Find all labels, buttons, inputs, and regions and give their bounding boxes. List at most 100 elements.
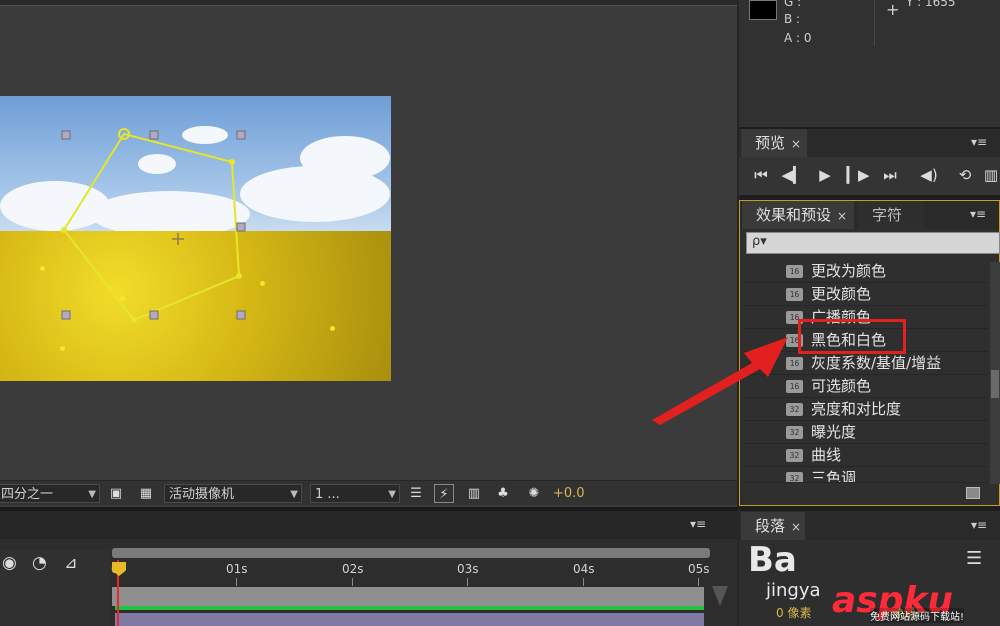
time-tick <box>236 578 237 586</box>
info-a-label: A : 0 <box>784 31 812 45</box>
prev-frame-icon[interactable]: ◀▎ <box>781 165 805 185</box>
justify-icon[interactable]: ☰ <box>966 548 982 569</box>
view-layout-value: 1 ... <box>315 487 340 502</box>
plus-icon: + <box>886 0 900 19</box>
effect-preset-icon: 16 <box>786 265 803 278</box>
effect-item[interactable]: 32 三色调 <box>744 467 988 483</box>
tab-effects-presets[interactable]: 效果和预设 × <box>742 201 854 229</box>
info-b-label: B : <box>784 12 801 26</box>
info-panel <box>739 0 1000 127</box>
info-g-label: G : <box>784 0 802 9</box>
effect-preset-icon: 32 <box>786 426 803 439</box>
info-separator <box>874 0 875 46</box>
chevron-down-icon: ▼ <box>88 489 96 500</box>
effect-item-label: 更改为颜色 <box>811 262 887 280</box>
preview-tabbar: 预览 × ▾≡ <box>739 129 1000 157</box>
time-tick <box>698 578 699 586</box>
loop-icon[interactable]: ⟲ <box>953 165 977 185</box>
highlight-box <box>798 319 906 354</box>
time-label: 05s <box>688 562 710 576</box>
time-tick <box>583 578 584 586</box>
transparency-grid-icon[interactable]: ▦ <box>136 484 156 503</box>
baidu-watermark-subtext: jingya <box>766 580 821 601</box>
composition-toolbar: 四分之一 ▼ ▣ ▦ 活动摄像机 ▼ 1 ... ▼ ☰ ⚡ ▥ ♣ ✺ +0.… <box>0 480 738 505</box>
effect-item-label: 三色调 <box>811 469 857 483</box>
exposure-value[interactable]: +0.0 <box>553 484 585 503</box>
flowchart-icon[interactable]: ♣ <box>493 484 513 503</box>
chevron-down-icon: ▼ <box>388 489 396 500</box>
camera-value: 活动摄像机 <box>169 487 235 502</box>
play-icon[interactable]: ▶ <box>813 165 837 185</box>
chevron-down-icon: ▼ <box>290 489 298 500</box>
tab-effects-label: 效果和预设 <box>756 206 832 224</box>
region-of-interest-icon[interactable]: ▣ <box>106 484 126 503</box>
tab-paragraph[interactable]: 段落 × <box>741 512 805 540</box>
tab-preview-label: 预览 <box>755 134 786 152</box>
timer-icon[interactable]: ◔ <box>32 553 47 573</box>
tab-character[interactable]: 字符 <box>858 201 924 229</box>
camera-dropdown[interactable]: 活动摄像机 ▼ <box>164 484 302 503</box>
time-label: 04s <box>573 562 595 576</box>
aspku-watermark-caption: 免费网站源码下载站! <box>870 608 965 623</box>
effect-item-label: 更改颜色 <box>811 285 872 303</box>
effect-preset-icon: 16 <box>786 288 803 301</box>
time-label: 03s <box>457 562 479 576</box>
close-icon[interactable]: × <box>837 209 847 223</box>
effect-item-label: 曲线 <box>811 446 842 464</box>
resolution-dropdown[interactable]: 四分之一 ▼ <box>0 484 100 503</box>
indent-value[interactable]: 0 像素 <box>776 604 811 621</box>
effect-item-label: 亮度和对比度 <box>811 400 902 418</box>
effect-item-label: 曝光度 <box>811 423 857 441</box>
timeline-toggle-icon[interactable]: ▥ <box>464 484 484 503</box>
effect-item-label: 灰度系数/基值/增益 <box>811 354 942 372</box>
fast-previews-icon[interactable]: ⚡ <box>434 484 454 503</box>
time-label: 01s <box>226 562 248 576</box>
mask-path[interactable] <box>0 96 391 381</box>
panel-menu-icon[interactable]: ▾≡ <box>971 518 987 532</box>
composition-viewer[interactable] <box>0 96 391 381</box>
panel-menu-icon[interactable]: ▾≡ <box>970 207 986 221</box>
render-progress-bar <box>115 606 704 610</box>
work-area-bar[interactable] <box>112 548 710 558</box>
next-frame-icon[interactable]: ▎▶ <box>846 165 870 185</box>
tab-preview[interactable]: 预览 × <box>741 129 807 157</box>
ram-preview-icon[interactable]: ▥ <box>983 165 999 185</box>
info-y-label: Y : 1655 <box>906 0 956 9</box>
layer-duration-bar[interactable] <box>112 587 704 606</box>
red-arrow-icon <box>652 337 788 425</box>
new-preset-icon[interactable] <box>966 487 980 499</box>
time-tick <box>467 578 468 586</box>
paragraph-tabbar: 段落 × ▾≡ <box>739 512 1000 540</box>
panel-menu-icon[interactable]: ▾≡ <box>690 517 706 531</box>
effect-item[interactable]: 32 曲线 <box>744 444 988 467</box>
last-frame-icon[interactable]: ⏭ <box>878 165 902 185</box>
effects-search-input[interactable] <box>746 232 1000 254</box>
effect-item[interactable]: 16 更改颜色 <box>744 283 988 306</box>
panel-menu-icon[interactable]: ▾≡ <box>971 135 987 149</box>
graph-editor-icon[interactable]: ⊿ <box>64 553 77 572</box>
effects-tabbar: 效果和预设 × 字符 ▾≡ <box>740 201 999 229</box>
audio-icon[interactable]: ◀) <box>917 165 941 185</box>
first-frame-icon[interactable]: ⏮ <box>749 165 773 185</box>
close-icon[interactable]: × <box>791 137 801 151</box>
effect-item[interactable]: 16 更改为颜色 <box>744 260 988 283</box>
timeline-switches: ◉ ◔ ⊿ <box>0 550 110 626</box>
close-icon[interactable]: × <box>791 520 801 534</box>
layer-bar[interactable] <box>115 613 704 626</box>
time-label: 02s <box>342 562 364 576</box>
effect-preset-icon: 32 <box>786 449 803 462</box>
resolution-value: 四分之一 <box>1 487 54 502</box>
time-tick <box>352 578 353 586</box>
baidu-watermark-text: Ba <box>748 540 797 580</box>
scrollbar-thumb[interactable] <box>991 370 999 398</box>
timeline-header: ▾≡ <box>0 511 738 539</box>
exposure-reset-icon[interactable]: ✺ <box>524 484 544 503</box>
toggle-pixel-aspect-icon[interactable]: ☰ <box>406 484 426 503</box>
effect-preset-icon: 32 <box>786 472 803 482</box>
view-layout-dropdown[interactable]: 1 ... ▼ <box>310 484 400 503</box>
color-swatch <box>749 0 777 20</box>
search-icon[interactable]: ρ▾ <box>752 234 767 249</box>
composition-top-edge <box>0 0 738 6</box>
eye-icon[interactable]: ◉ <box>2 553 17 573</box>
effect-item-label: 可选颜色 <box>811 377 872 395</box>
